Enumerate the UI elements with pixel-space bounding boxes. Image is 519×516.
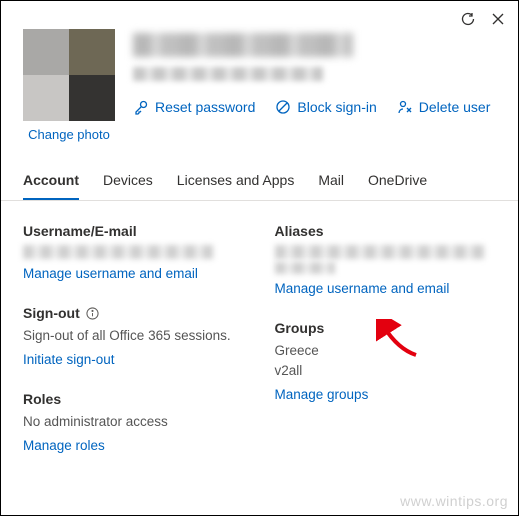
delete-user-button[interactable]: Delete user (397, 99, 491, 115)
delete-user-label: Delete user (419, 99, 491, 115)
delete-user-icon (397, 99, 413, 115)
aliases-title: Aliases (275, 223, 497, 239)
manage-aliases-link[interactable]: Manage username and email (275, 281, 450, 296)
refresh-icon[interactable] (460, 11, 476, 27)
reset-password-button[interactable]: Reset password (133, 99, 255, 115)
groups-title: Groups (275, 320, 497, 336)
info-icon[interactable] (86, 307, 99, 320)
user-name-redacted (133, 33, 353, 57)
tab-licenses[interactable]: Licenses and Apps (177, 172, 295, 200)
username-value-redacted (23, 245, 213, 259)
tab-mail[interactable]: Mail (318, 172, 344, 200)
reset-password-label: Reset password (155, 99, 255, 115)
tab-account[interactable]: Account (23, 172, 79, 200)
signout-text: Sign-out of all Office 365 sessions. (23, 327, 245, 345)
block-signin-label: Block sign-in (297, 99, 376, 115)
alias-value-redacted-2 (275, 262, 335, 274)
alias-value-redacted (275, 245, 485, 259)
key-icon (133, 99, 149, 115)
change-photo-link[interactable]: Change photo (28, 127, 110, 142)
user-actions: Reset password Block sign-in Delete user (133, 99, 496, 115)
section-signout: Sign-out Sign-out of all Office 365 sess… (23, 305, 245, 367)
section-aliases: Aliases Manage username and email (275, 223, 497, 296)
roles-title: Roles (23, 391, 245, 407)
user-email-redacted (133, 67, 323, 81)
manage-groups-link[interactable]: Manage groups (275, 387, 369, 402)
close-icon[interactable] (490, 11, 506, 27)
tab-onedrive[interactable]: OneDrive (368, 172, 427, 200)
group-item-1: Greece (275, 342, 497, 360)
section-username: Username/E-mail Manage username and emai… (23, 223, 245, 281)
roles-text: No administrator access (23, 413, 245, 431)
manage-roles-link[interactable]: Manage roles (23, 438, 105, 453)
manage-username-link[interactable]: Manage username and email (23, 266, 198, 281)
block-signin-button[interactable]: Block sign-in (275, 99, 376, 115)
group-item-2: v2all (275, 362, 497, 380)
avatar (23, 29, 115, 121)
watermark: www.wintips.org (400, 493, 508, 509)
tab-devices[interactable]: Devices (103, 172, 153, 200)
block-icon (275, 99, 291, 115)
section-roles: Roles No administrator access Manage rol… (23, 391, 245, 453)
section-groups: Groups Greece v2all Manage groups (275, 320, 497, 402)
user-header: Change photo Reset password Block sign-i… (1, 1, 518, 150)
signout-title: Sign-out (23, 305, 80, 321)
initiate-signout-link[interactable]: Initiate sign-out (23, 352, 115, 367)
username-title: Username/E-mail (23, 223, 245, 239)
tab-bar: Account Devices Licenses and Apps Mail O… (1, 150, 518, 201)
